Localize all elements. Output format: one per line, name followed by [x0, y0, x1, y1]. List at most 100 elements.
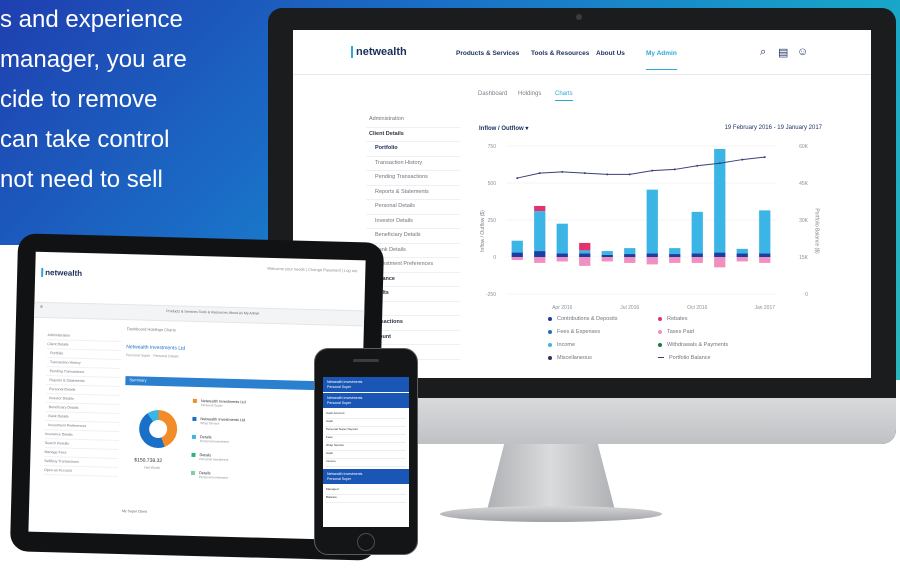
- tab-charts[interactable]: Charts: [555, 91, 573, 101]
- sidebar-item-pending-transactions[interactable]: Pending Transactions: [366, 171, 460, 186]
- legend-line: [658, 357, 664, 359]
- y2-tick-label: 60K: [799, 144, 809, 150]
- bar-income: [579, 250, 591, 254]
- sidebar-item-client-details[interactable]: Client Details: [366, 128, 460, 142]
- bar-rebates: [579, 242, 591, 251]
- sidebar-item-reports-statements[interactable]: Reports & Statements: [366, 186, 460, 200]
- holding-row[interactable]: Details Personal Investment: [191, 434, 229, 444]
- phone-header-sub: Personal Super: [327, 477, 352, 481]
- list-item[interactable]: Cash: [326, 451, 406, 459]
- menu-icon[interactable]: ≡: [40, 304, 42, 309]
- holding-color-swatch: [190, 470, 196, 475]
- list-item[interactable]: Cash Account: [326, 411, 406, 419]
- tab-dashboard[interactable]: Dashboard: [478, 91, 507, 97]
- inflow-outflow-panel: Inflow / Outflow ▾ 19 February 2016 - 19…: [476, 118, 866, 378]
- camera: [576, 14, 582, 20]
- bar-taxes-paid: [759, 257, 771, 263]
- portfolio-donut-chart: [138, 409, 178, 449]
- holding-color-swatch: [191, 452, 196, 457]
- legend-item[interactable]: Miscellaneous: [548, 355, 592, 361]
- list-item[interactable]: Income: [326, 459, 406, 467]
- netwealth-logo[interactable]: netwealth: [351, 46, 407, 58]
- portfolio-balance-point: [696, 164, 699, 167]
- sidebar-item-administration[interactable]: Administration: [366, 113, 460, 128]
- bar-income: [511, 240, 523, 253]
- legend-label: Income: [557, 342, 576, 348]
- sidebar-item-portfolio[interactable]: Portfolio: [366, 142, 460, 157]
- list-item[interactable]: Managed: [326, 487, 406, 495]
- nav-about-us[interactable]: About Us: [596, 50, 625, 57]
- bar-income: [624, 248, 636, 255]
- list-item[interactable]: Balance: [326, 495, 406, 503]
- bar-rebates: [534, 205, 546, 212]
- portfolio-balance-line: [517, 156, 765, 179]
- tab-holdings[interactable]: Holdings: [518, 91, 541, 97]
- legend-dot: [658, 316, 662, 321]
- hero-line: not need to sell: [0, 166, 163, 193]
- legend-dot: [548, 355, 552, 360]
- legend-item[interactable]: Withdrawals & Payments: [658, 342, 728, 348]
- bar-income: [714, 148, 726, 253]
- bar-contributions-deposits: [646, 253, 658, 257]
- phone-header-sub: Personal Super: [327, 385, 352, 389]
- holding-row[interactable]: Netwealth Investments Ltd Personal Super: [192, 398, 246, 408]
- list-item[interactable]: Wrap Service: [326, 443, 406, 451]
- bar-taxes-paid: [601, 257, 613, 262]
- nav-my-admin[interactable]: My Admin: [646, 50, 677, 70]
- account-links[interactable]: Welcome your needs | Change Password | L…: [267, 266, 357, 273]
- legend-dot: [658, 329, 662, 334]
- bar-contributions-deposits: [579, 253, 591, 257]
- bar-taxes-paid: [556, 257, 568, 262]
- legend-label: Rebates: [667, 316, 688, 322]
- phone-header[interactable]: Netwealth Investments Personal Super: [323, 377, 409, 392]
- search-icon[interactable]: ⌕: [760, 46, 766, 59]
- phone-header-sub: Personal Super: [327, 401, 352, 405]
- phone-header[interactable]: Netwealth Investments Personal Super: [323, 393, 409, 408]
- list-item[interactable]: Personal Super Deposit: [326, 427, 406, 435]
- legend-item[interactable]: Rebates: [658, 316, 688, 322]
- nav-products-services[interactable]: Products & Services: [456, 50, 519, 57]
- top-navigation: netwealth Products & Services Tools & Re…: [293, 30, 871, 75]
- bottom-link[interactable]: My Super Client: [122, 509, 147, 514]
- sidebar-item-beneficiary-details[interactable]: Beneficiary Details: [366, 229, 460, 244]
- phone-header-title: Netwealth Investments: [327, 380, 363, 384]
- sidebar-item-personal-details[interactable]: Personal Details: [366, 200, 460, 215]
- bar-income: [556, 223, 568, 254]
- nav-tools-resources[interactable]: Tools & Resources: [531, 50, 589, 57]
- holding-color-swatch: [191, 434, 197, 439]
- monitor-stand: [486, 444, 616, 514]
- bar-contributions-deposits: [714, 252, 726, 257]
- summary-label: Summary: [129, 377, 147, 383]
- hero-line: s and experience: [0, 6, 183, 33]
- holding-row[interactable]: Details Personal Investment: [191, 452, 228, 462]
- home-button[interactable]: [357, 533, 375, 551]
- legend-item[interactable]: Income: [548, 342, 575, 348]
- panel-title-dropdown[interactable]: Inflow / Outflow ▾: [479, 125, 528, 132]
- phone-header[interactable]: Netwealth Investments Personal Super: [323, 469, 409, 484]
- document-icon[interactable]: ▤: [778, 46, 788, 59]
- sidebar-item-investor-details[interactable]: Investor Details: [366, 215, 460, 229]
- sidebar-item[interactable]: Open an Account: [43, 466, 119, 477]
- legend-item[interactable]: Fees & Expenses: [548, 329, 600, 335]
- list-item[interactable]: Cash: [326, 419, 406, 427]
- monitor-stand-base: [440, 506, 662, 522]
- tablet-tabs[interactable]: Dashboard Holdings Charts: [127, 326, 176, 332]
- portfolio-balance-point: [673, 168, 676, 171]
- legend-item[interactable]: Portfolio Balance: [658, 355, 711, 361]
- portfolio-balance-point: [651, 169, 654, 172]
- legend-dot: [548, 316, 552, 321]
- bar-contributions-deposits: [556, 253, 568, 257]
- total-value: $150,738.32: [134, 457, 163, 465]
- holding-row[interactable]: Details Personal Investment: [190, 470, 228, 480]
- netwealth-logo[interactable]: netwealth: [41, 267, 83, 278]
- legend-item[interactable]: Taxes Paid: [658, 329, 694, 335]
- bar-income: [759, 210, 771, 254]
- sidebar-item-transaction-history[interactable]: Transaction History: [366, 157, 460, 171]
- holding-row[interactable]: Netwealth Investments Ltd Wrap Service: [192, 416, 245, 426]
- caret-down-icon: ▾: [525, 126, 529, 132]
- legend-item[interactable]: Contributions & Deposits: [548, 316, 618, 322]
- user-icon[interactable]: ☺: [797, 46, 808, 58]
- list-item[interactable]: Fees: [326, 435, 406, 443]
- bar-taxes-paid: [579, 257, 591, 266]
- y2-tick-label: 0: [805, 292, 808, 298]
